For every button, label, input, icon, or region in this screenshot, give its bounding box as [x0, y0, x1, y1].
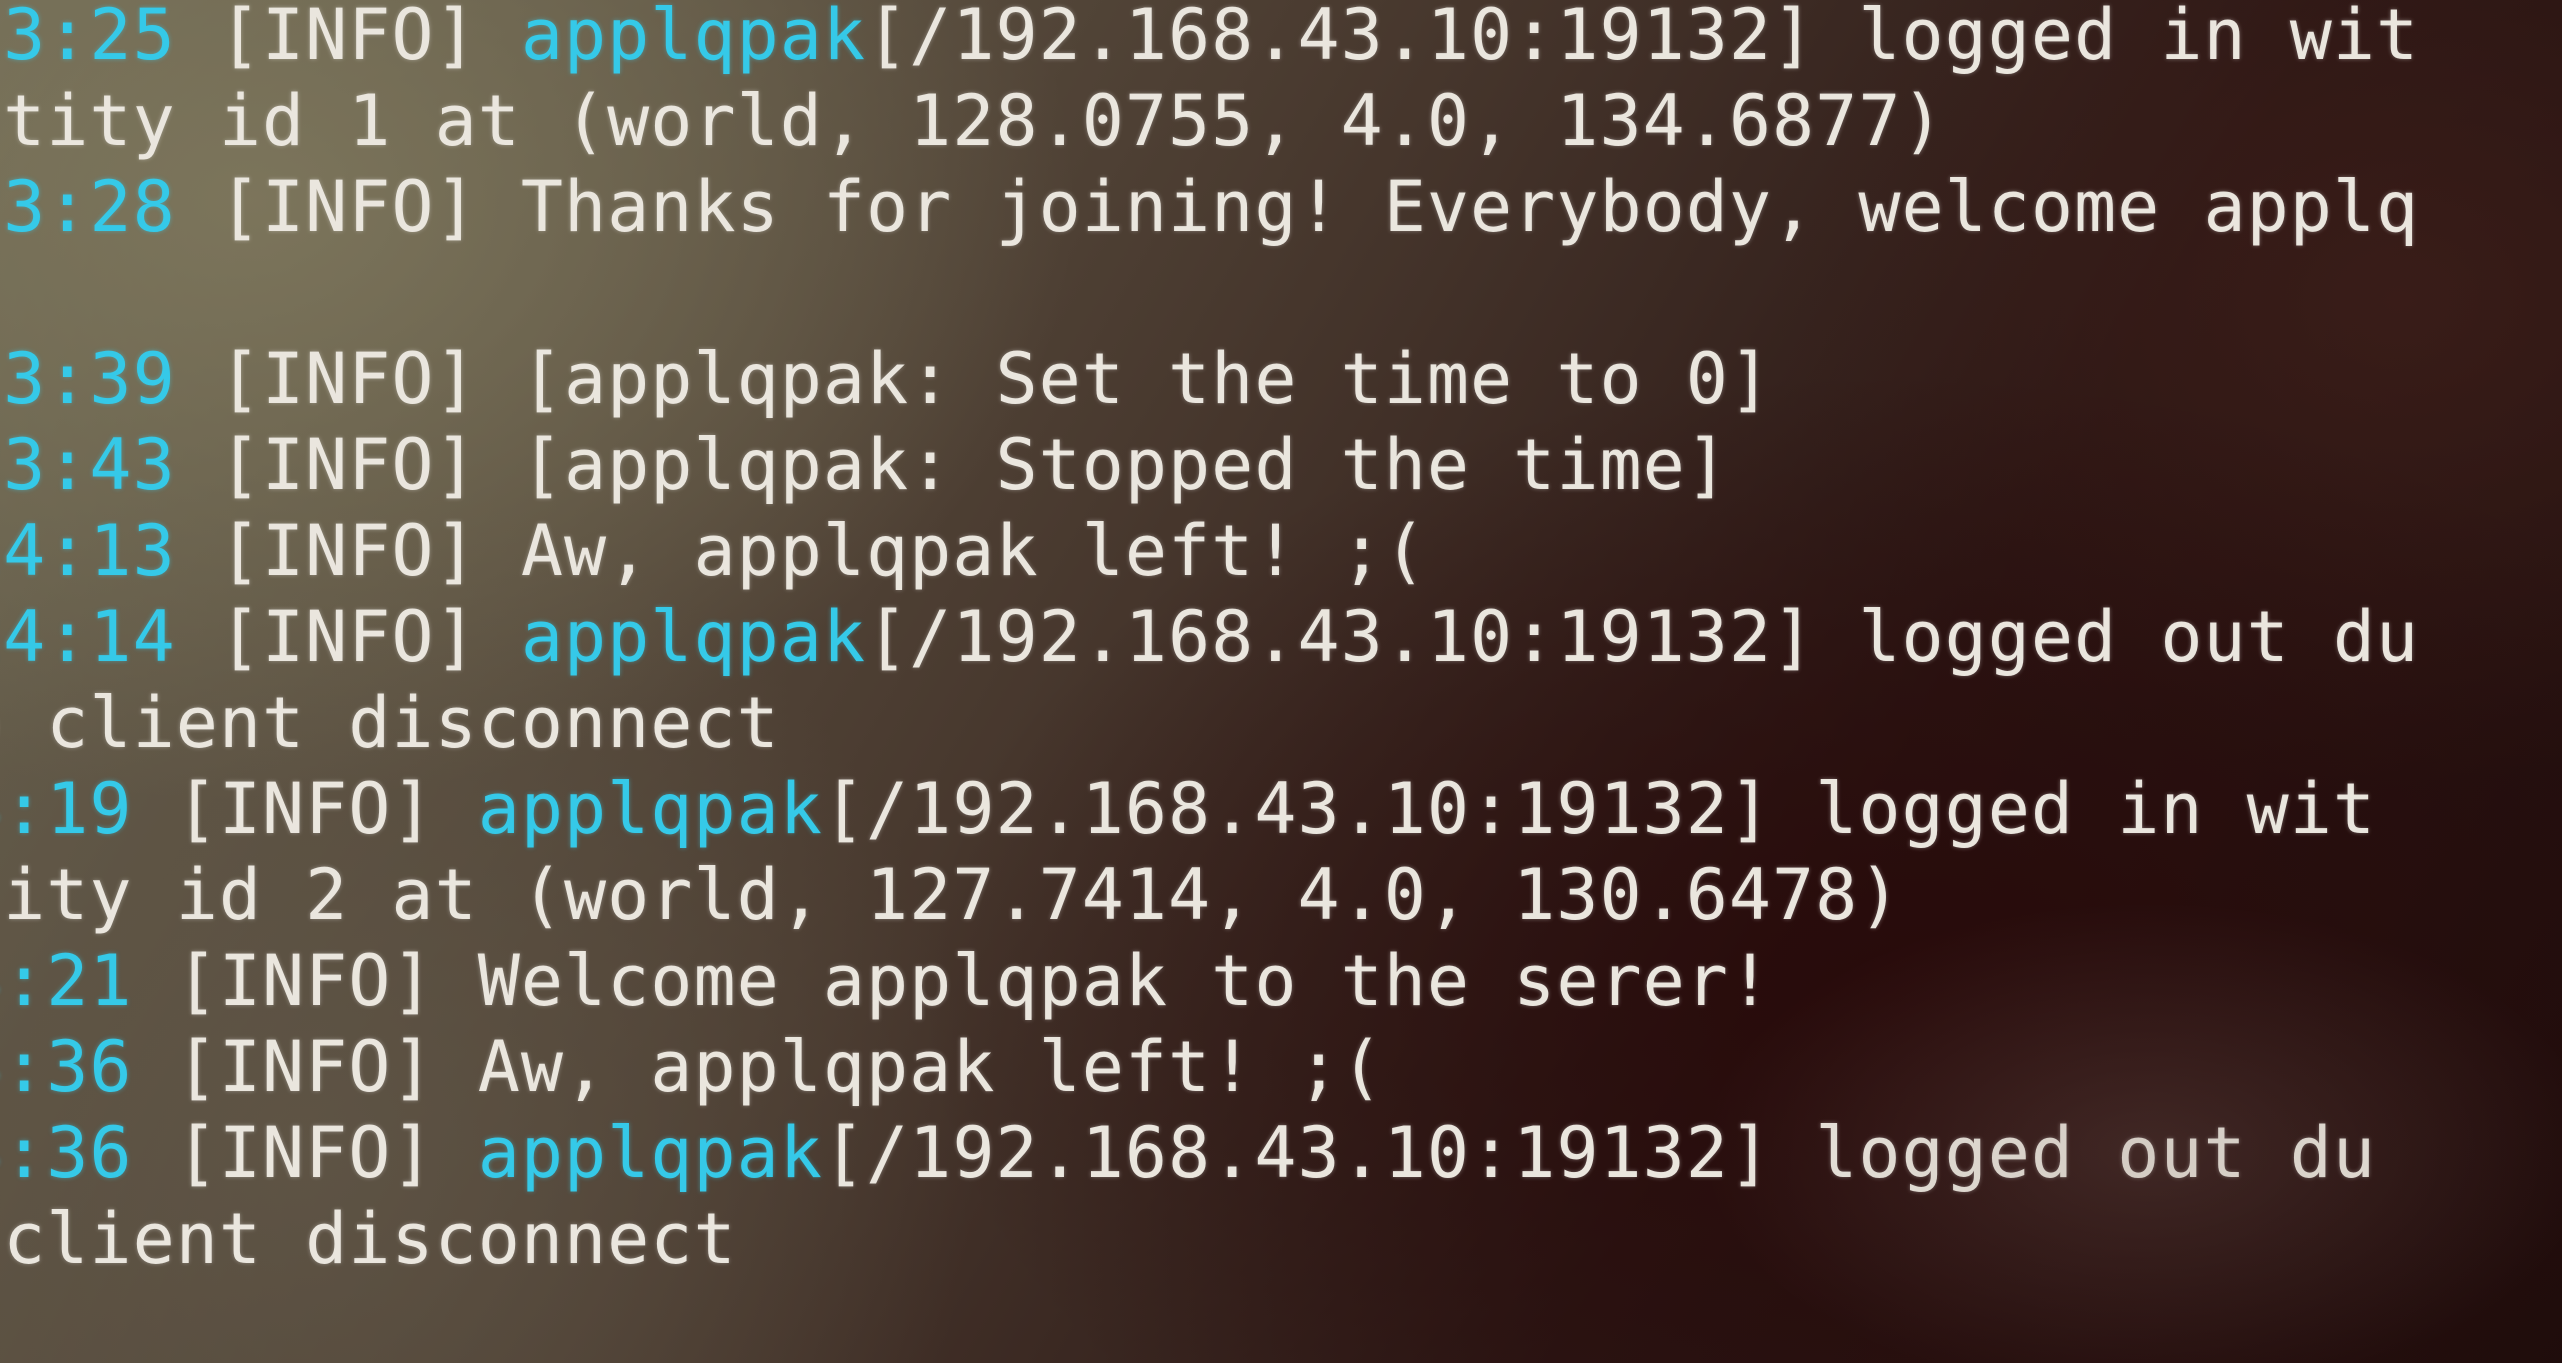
- log-line: client disconnect: [0, 1196, 2562, 1282]
- log-level: [INFO]: [132, 1112, 478, 1194]
- console-screen: 23:25 [INFO] applqpak[/192.168.43.10:191…: [0, 0, 2562, 1363]
- log-message: [/192.168.43.10:19132] logged in wit: [866, 0, 2420, 76]
- log-line: o client disconnect: [0, 680, 2562, 766]
- log-timestamp: 24:14: [0, 596, 176, 678]
- log-line: 23:39 [INFO] [applqpak: Set the time to …: [0, 336, 2562, 422]
- log-timestamp: 23:43: [0, 424, 176, 506]
- log-message: [applqpak: Stopped the time]: [520, 424, 1729, 506]
- log-line: !: [0, 250, 2562, 336]
- log-level: [INFO]: [175, 424, 521, 506]
- log-level: [INFO]: [132, 768, 478, 850]
- log-level: [INFO]: [175, 338, 521, 420]
- log-message: client disconnect: [0, 1198, 737, 1280]
- log-message: [applqpak: Set the time to 0]: [520, 338, 1773, 420]
- log-timestamp: 4:19: [0, 768, 133, 850]
- log-level: [INFO]: [175, 166, 521, 248]
- log-timestamp: 23:25: [0, 0, 176, 76]
- log-message: [/192.168.43.10:19132] logged out du: [866, 596, 2420, 678]
- log-timestamp: 4:36: [0, 1026, 133, 1108]
- log-line: 4:36 [INFO] Aw, applqpak left! ;(: [0, 1024, 2562, 1110]
- log-line: 24:14 [INFO] applqpak[/192.168.43.10:191…: [0, 594, 2562, 680]
- log-message: tity id 2 at (world, 127.7414, 4.0, 130.…: [0, 854, 1902, 936]
- log-line: 4:19 [INFO] applqpak[/192.168.43.10:1913…: [0, 766, 2562, 852]
- log-player-name: applqpak: [477, 768, 823, 850]
- log-line: tity id 2 at (world, 127.7414, 4.0, 130.…: [0, 852, 2562, 938]
- log-message: ntity id 1 at (world, 128.0755, 4.0, 134…: [0, 80, 1945, 162]
- log-timestamp: 23:28: [0, 166, 176, 248]
- log-message: Welcome applqpak to the serer!: [477, 940, 1773, 1022]
- log-timestamp: 4:21: [0, 940, 133, 1022]
- log-message: [/192.168.43.10:19132] logged in wit: [822, 768, 2377, 850]
- log-timestamp: 4:36: [0, 1112, 133, 1194]
- log-timestamp: 23:39: [0, 338, 176, 420]
- log-line: 24:13 [INFO] Aw, applqpak left! ;(: [0, 508, 2562, 594]
- log-level: [INFO]: [175, 596, 521, 678]
- log-line: 4:36 [INFO] applqpak[/192.168.43.10:1913…: [0, 1110, 2562, 1196]
- log-level: [INFO]: [175, 0, 521, 76]
- log-line: 23:25 [INFO] applqpak[/192.168.43.10:191…: [0, 0, 2562, 78]
- log-level: [INFO]: [132, 1026, 478, 1108]
- log-message: Thanks for joining! Everybody, welcome a…: [520, 166, 2420, 248]
- log-line: 23:43 [INFO] [applqpak: Stopped the time…: [0, 422, 2562, 508]
- log-message: [/192.168.43.10:19132] logged out du: [822, 1112, 2377, 1194]
- log-line: ntity id 1 at (world, 128.0755, 4.0, 134…: [0, 78, 2562, 164]
- log-message: Aw, applqpak left! ;(: [477, 1026, 1384, 1108]
- log-player-name: applqpak: [520, 596, 867, 678]
- log-message: !: [0, 252, 3, 334]
- log-player-name: applqpak: [477, 1112, 823, 1194]
- log-line: 23:28 [INFO] Thanks for joining! Everybo…: [0, 164, 2562, 250]
- log-message: Aw, applqpak left! ;(: [520, 510, 1427, 592]
- log-level: [INFO]: [132, 940, 478, 1022]
- log-level: [INFO]: [175, 510, 521, 592]
- log-line: 4:21 [INFO] Welcome applqpak to the sere…: [0, 938, 2562, 1024]
- log-message: o client disconnect: [0, 682, 780, 764]
- log-timestamp: 24:13: [0, 510, 176, 592]
- console-log: 23:25 [INFO] applqpak[/192.168.43.10:191…: [0, 0, 2562, 1282]
- log-player-name: applqpak: [520, 0, 867, 76]
